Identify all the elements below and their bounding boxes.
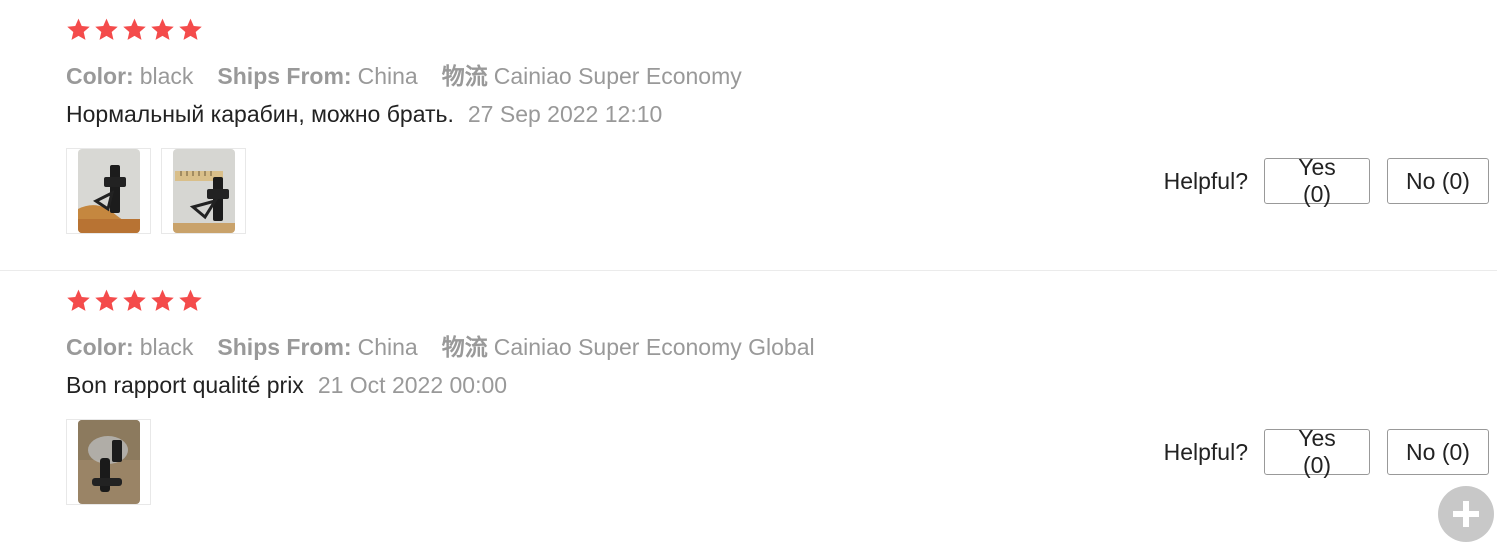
plus-icon xyxy=(1453,501,1479,527)
star-icon xyxy=(94,17,122,43)
color-attr: Color: black xyxy=(66,63,193,90)
helpful-label: Helpful? xyxy=(1163,438,1248,465)
ships-from-label: Ships From: xyxy=(217,63,352,89)
ships-from-value: China xyxy=(357,63,418,89)
star-icon xyxy=(150,17,178,43)
star-icon xyxy=(122,288,150,314)
review-date: 21 Oct 2022 00:00 xyxy=(317,372,508,398)
star-icon xyxy=(122,17,150,43)
ships-from-label: Ships From: xyxy=(217,334,352,360)
logistics-attr: 物流 Cainiao Super Economy Global xyxy=(442,328,815,362)
helpful-label: Helpful? xyxy=(1163,167,1248,194)
review-photos xyxy=(66,419,151,505)
carabiner-photo-1 xyxy=(77,149,140,233)
star-rating xyxy=(66,17,206,43)
review-date: 27 Sep 2022 12:10 xyxy=(467,101,663,127)
ships-from-attr: Ships From: China xyxy=(217,63,417,90)
floating-add-button[interactable] xyxy=(1438,486,1494,542)
carabiner-photo-3 xyxy=(77,420,140,504)
helpful-yes-button[interactable]: Yes (0) xyxy=(1264,425,1370,478)
color-value: black xyxy=(139,63,194,89)
star-icon xyxy=(178,17,206,43)
star-icon xyxy=(66,288,94,314)
color-value: black xyxy=(139,334,194,360)
review-meta: Color: black Ships From: China 物流 Cainiao S… xyxy=(66,328,839,362)
helpful-vote: Helpful? Yes (0) No (0) xyxy=(1163,154,1489,207)
star-icon xyxy=(66,17,94,43)
review-text-line: Нормальный карабин, можно брать. 27 Sep 2… xyxy=(66,101,662,128)
review-text: Нормальный карабин, можно брать. xyxy=(66,101,454,127)
review-text: Bon rapport qualité prix xyxy=(66,372,304,398)
color-label: Color: xyxy=(66,63,134,89)
review-item: Color: black Ships From: China 物流 Cainiao S… xyxy=(0,271,1497,541)
photo-thumbnail[interactable] xyxy=(161,148,246,234)
review-photos xyxy=(66,148,246,234)
star-icon xyxy=(178,288,206,314)
color-attr: Color: black xyxy=(66,334,193,361)
review-item: Color: black Ships From: China 物流 Cainiao S… xyxy=(0,0,1497,271)
logistics-attr: 物流 Cainiao Super Economy xyxy=(442,57,742,91)
star-icon xyxy=(94,288,122,314)
logistics-value: Cainiao Super Economy xyxy=(493,63,742,89)
photo-thumbnail[interactable] xyxy=(66,148,151,234)
logistics-label: 物流 xyxy=(441,63,488,89)
review-text-line: Bon rapport qualité prix 21 Oct 2022 00:0… xyxy=(66,372,507,399)
photo-thumbnail[interactable] xyxy=(66,419,151,505)
star-icon xyxy=(150,288,178,314)
carabiner-photo-2 xyxy=(172,149,235,233)
helpful-yes-button[interactable]: Yes (0) xyxy=(1264,154,1370,207)
color-label: Color: xyxy=(66,334,134,360)
logistics-label: 物流 xyxy=(441,334,488,360)
logistics-value: Cainiao Super Economy Global xyxy=(493,334,815,360)
star-rating xyxy=(66,288,206,314)
ships-from-value: China xyxy=(357,334,418,360)
helpful-vote: Helpful? Yes (0) No (0) xyxy=(1163,425,1489,478)
helpful-no-button[interactable]: No (0) xyxy=(1387,429,1489,475)
ships-from-attr: Ships From: China xyxy=(217,334,417,361)
review-meta: Color: black Ships From: China 物流 Cainiao S… xyxy=(66,57,766,91)
helpful-no-button[interactable]: No (0) xyxy=(1387,158,1489,204)
